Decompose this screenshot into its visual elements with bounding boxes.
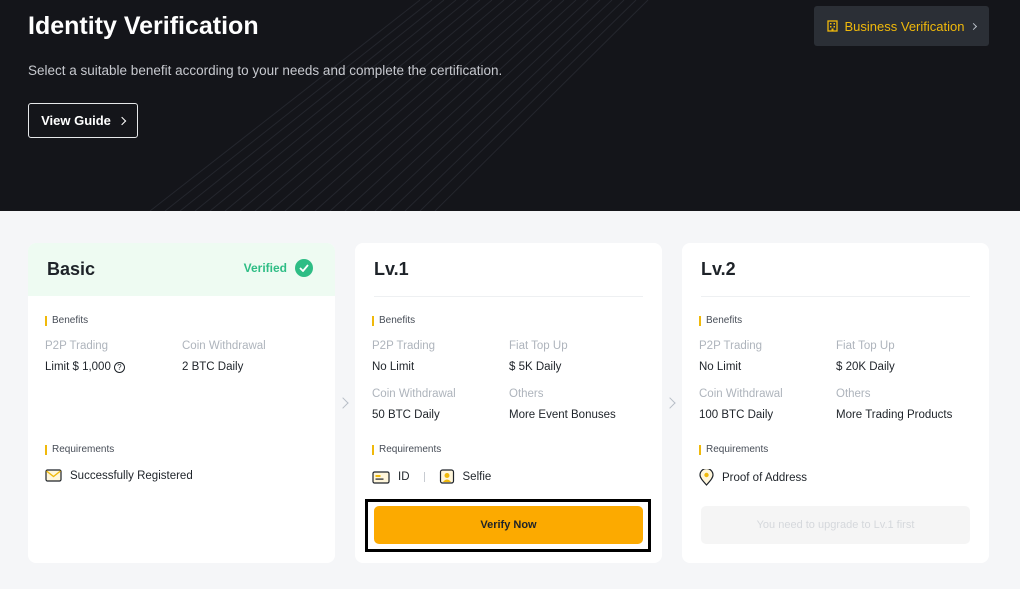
view-guide-label: View Guide xyxy=(41,113,111,128)
benefit-value-text: Limit $ 1,000 xyxy=(45,361,111,373)
verify-now-button[interactable]: Verify Now xyxy=(374,506,643,544)
benefit-label: Coin Withdrawal xyxy=(372,388,456,400)
question-circle-icon[interactable]: ? xyxy=(113,361,125,373)
divider xyxy=(701,296,970,297)
page-subtitle: Select a suitable benefit according to y… xyxy=(28,63,503,78)
divider xyxy=(374,296,643,297)
benefit-label: P2P Trading xyxy=(372,340,436,352)
requirement-item: ID Selfie xyxy=(372,469,491,485)
benefit-value: No Limit xyxy=(372,361,415,373)
benefit-value: $ 20K Daily xyxy=(836,361,895,373)
benefit-value: No Limit xyxy=(699,361,742,373)
requirements-label: Requirements xyxy=(372,445,441,455)
envelope-icon xyxy=(45,469,62,482)
benefit-label: Fiat Top Up xyxy=(509,340,568,352)
benefits-label: Benefits xyxy=(45,316,88,326)
requirement-item: Proof of Address xyxy=(699,469,807,486)
benefit-value: 2 BTC Daily xyxy=(182,361,244,373)
location-pin-icon xyxy=(699,469,714,486)
benefit-value: More Event Bonuses xyxy=(509,409,616,421)
benefit-label: P2P Trading xyxy=(699,340,763,352)
benefit-label: Others xyxy=(836,388,871,400)
benefits-label: Benefits xyxy=(699,316,742,326)
requirement-item: Successfully Registered xyxy=(45,469,193,482)
benefit-value: 50 BTC Daily xyxy=(372,409,440,421)
requirements-label: Requirements xyxy=(45,445,114,455)
benefit-label: P2P Trading xyxy=(45,340,109,352)
benefit-label: Coin Withdrawal xyxy=(699,388,783,400)
requirements-label: Requirements xyxy=(699,445,768,455)
chevron-right-icon xyxy=(117,116,127,125)
separator xyxy=(423,472,425,482)
benefit-label: Fiat Top Up xyxy=(836,340,895,352)
card-lv2-title: Lv.2 xyxy=(701,259,736,279)
business-verification-button[interactable]: Business Verification xyxy=(814,6,989,46)
building-icon xyxy=(826,20,838,32)
verified-badge: Verified xyxy=(244,259,313,277)
benefit-value: $ 5K Daily xyxy=(509,361,562,373)
upgrade-disabled-button: You need to upgrade to Lv.1 first xyxy=(701,506,970,544)
check-circle-icon xyxy=(295,259,313,277)
benefits-label: Benefits xyxy=(372,316,415,326)
benefit-label: Coin Withdrawal xyxy=(182,340,266,352)
view-guide-button[interactable]: View Guide xyxy=(28,103,138,138)
requirement-id: ID xyxy=(398,471,410,483)
benefit-label: Others xyxy=(509,388,544,400)
chevron-right-icon xyxy=(664,397,676,409)
page-title: Identity Verification xyxy=(28,12,259,40)
verified-label: Verified xyxy=(243,261,287,275)
benefit-value: More Trading Products xyxy=(836,409,953,421)
benefit-value: Limit $ 1,000 ? xyxy=(45,361,125,373)
business-verification-label: Business Verification xyxy=(844,18,965,34)
card-basic: Basic Verified Benefits P2P Trading Limi… xyxy=(28,243,335,563)
hero-banner: Identity Verification Select a suitable … xyxy=(0,0,1020,211)
chevron-right-icon xyxy=(337,397,349,409)
selfie-icon xyxy=(439,469,454,484)
id-card-icon xyxy=(372,470,390,484)
chevron-right-icon xyxy=(970,22,978,30)
benefit-value: 100 BTC Daily xyxy=(699,409,774,421)
card-lv1-title: Lv.1 xyxy=(374,259,409,279)
requirement-text: Proof of Address xyxy=(722,471,808,484)
requirement-selfie: Selfie xyxy=(462,471,492,483)
requirement-text: Successfully Registered xyxy=(70,469,193,482)
